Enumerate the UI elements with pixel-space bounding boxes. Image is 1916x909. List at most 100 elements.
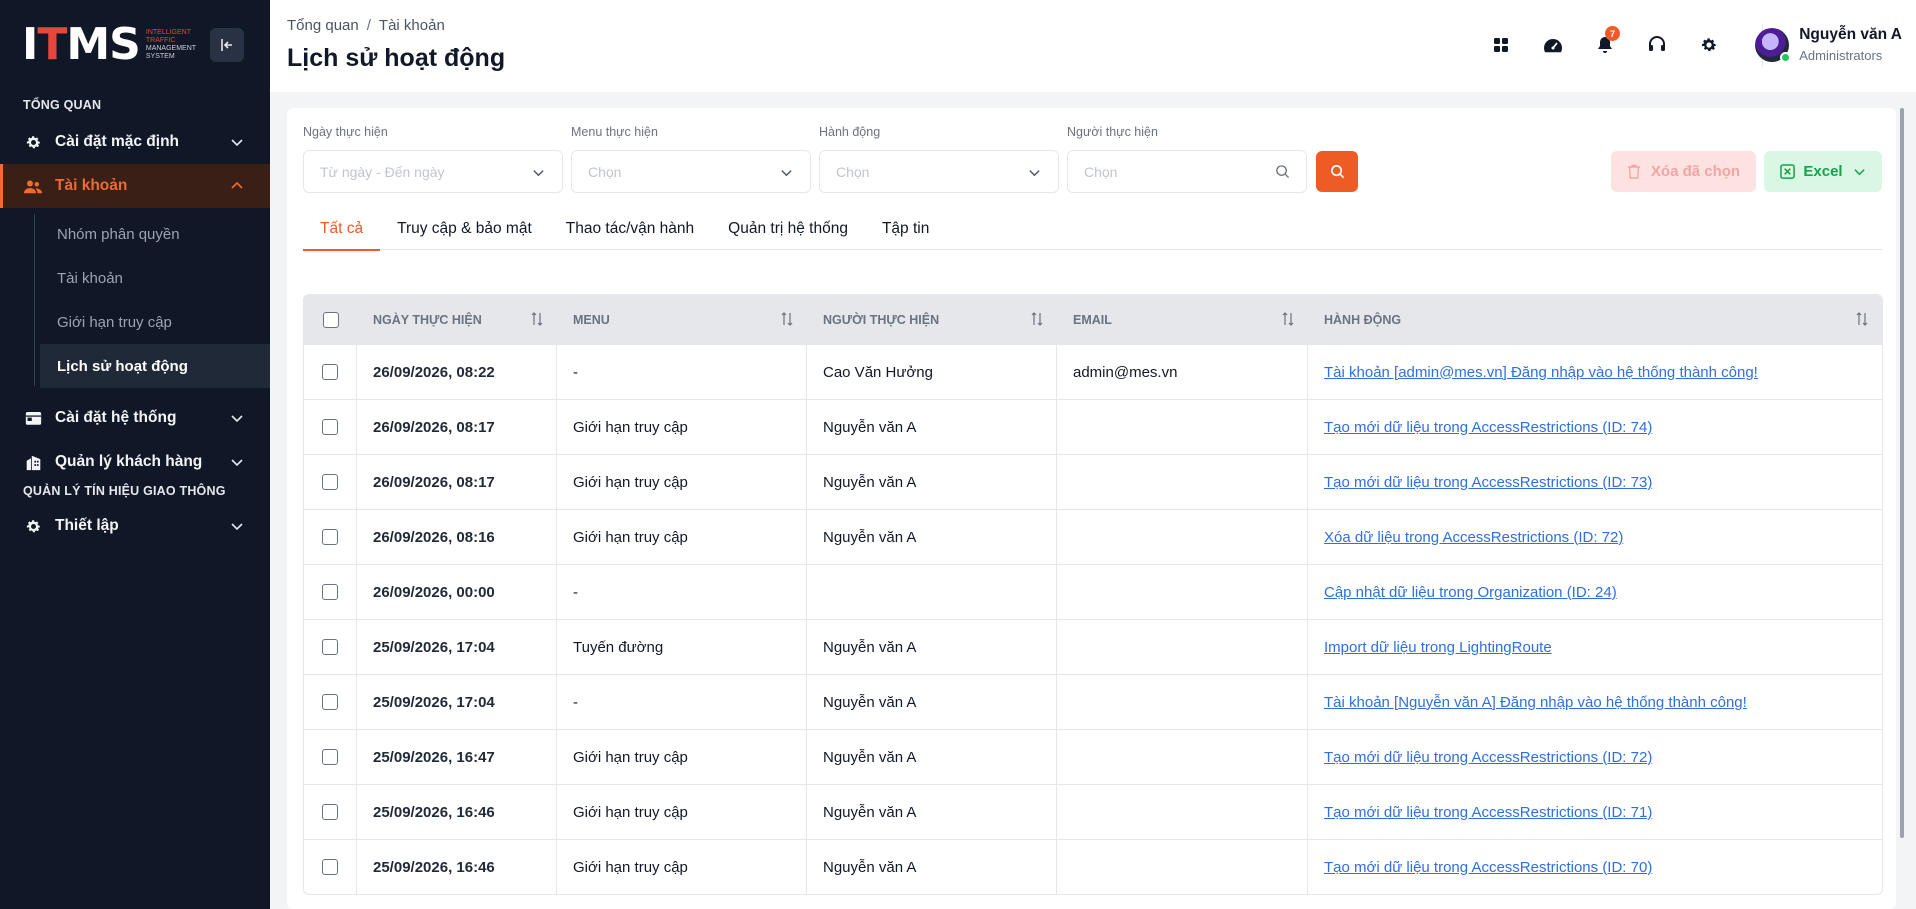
row-date: 26/09/2026, 08:16	[357, 510, 557, 564]
breadcrumb: Tổng quan / Tài khoản	[287, 17, 445, 34]
collapse-sidebar-button[interactable]	[210, 28, 244, 62]
user-search-input[interactable]: Chọn	[1067, 150, 1307, 193]
row-user: Nguyễn văn A	[807, 785, 1057, 839]
tab-system-admin[interactable]: Quản trị hệ thống	[711, 208, 865, 250]
search-icon	[1330, 165, 1344, 179]
row-checkbox[interactable]	[322, 584, 338, 600]
settings-button[interactable]	[1692, 28, 1726, 62]
row-select-cell	[304, 400, 357, 454]
row-checkbox[interactable]	[322, 804, 338, 820]
column-menu[interactable]: Menu	[557, 295, 807, 344]
row-checkbox[interactable]	[322, 749, 338, 765]
sidebar: ITMS INTELLIGENT TRAFFIC MANAGEMENT SYST…	[0, 0, 270, 909]
table-row[interactable]: 26/09/2026, 00:00 - Cập nhật dữ liệu tro…	[304, 564, 1882, 619]
row-email: admin@mes.vn	[1057, 345, 1308, 399]
table-row[interactable]: 26/09/2026, 08:16 Giới hạn truy cập Nguy…	[304, 509, 1882, 564]
category-tabs: Tất cả Truy cập & bảo mật Thao tác/vận h…	[303, 208, 1882, 251]
date-range-picker[interactable]: Từ ngày - Đến ngày	[303, 150, 563, 193]
row-action-link[interactable]: Tạo mới dữ liệu trong AccessRestrictions…	[1324, 804, 1652, 821]
action-filter-label: Hành động	[819, 125, 881, 139]
sidebar-item-label: Cài đặt mặc định	[55, 133, 180, 150]
row-action-link[interactable]: Import dữ liệu trong LightingRoute	[1324, 639, 1552, 656]
column-action[interactable]: Hành động	[1308, 295, 1882, 344]
row-checkbox[interactable]	[322, 694, 338, 710]
row-action-link[interactable]: Xóa dữ liệu trong AccessRestrictions (ID…	[1324, 529, 1623, 546]
row-date: 26/09/2026, 08:17	[357, 455, 557, 509]
breadcrumb-overview[interactable]: Tổng quan	[287, 17, 359, 34]
row-checkbox[interactable]	[322, 364, 338, 380]
support-button[interactable]	[1640, 28, 1674, 62]
user-menu[interactable]: Nguyễn văn A Administrators	[1755, 26, 1902, 63]
row-action-link[interactable]: Tài khoản [admin@mes.vn] Đăng nhập vào h…	[1324, 364, 1758, 381]
chevron-down-icon	[1029, 170, 1040, 177]
row-action-link[interactable]: Tạo mới dữ liệu trong AccessRestrictions…	[1324, 474, 1652, 491]
table-row[interactable]: 25/09/2026, 16:46 Giới hạn truy cập Nguy…	[304, 839, 1882, 894]
row-checkbox[interactable]	[322, 474, 338, 490]
row-select-cell	[304, 455, 357, 509]
row-checkbox[interactable]	[322, 419, 338, 435]
row-email	[1057, 510, 1308, 564]
row-user: Nguyễn văn A	[807, 455, 1057, 509]
chevron-down-icon	[1853, 169, 1865, 176]
row-user: Nguyễn văn A	[807, 840, 1057, 894]
row-action-link[interactable]: Tài khoản [Nguyễn văn A] Đăng nhập vào h…	[1324, 694, 1747, 711]
menu-select[interactable]: Chọn	[571, 150, 811, 193]
delete-selected-label: Xóa đã chọn	[1650, 163, 1741, 180]
row-checkbox[interactable]	[322, 529, 338, 545]
action-select[interactable]: Chọn	[819, 150, 1059, 193]
submenu-line	[34, 214, 35, 386]
tab-operations[interactable]: Thao tác/vận hành	[549, 208, 711, 250]
delete-selected-button[interactable]: Xóa đã chọn	[1611, 151, 1756, 192]
row-select-cell	[304, 730, 357, 784]
row-date: 25/09/2026, 16:47	[357, 730, 557, 784]
activity-log-card: Ngày thực hiện Từ ngày - Đến ngày Menu t…	[287, 108, 1896, 909]
dashboard-button[interactable]	[1536, 28, 1570, 62]
date-range-placeholder: Từ ngày - Đến ngày	[320, 163, 445, 180]
sidebar-subitem-accounts[interactable]: Tài khoản	[57, 256, 270, 300]
menu-select-placeholder: Chọn	[588, 163, 622, 180]
top-header: Tổng quan / Tài khoản Lịch sử hoạt động 7 …	[270, 0, 1916, 92]
table-row[interactable]: 25/09/2026, 17:04 Tuyến đường Nguyễn văn…	[304, 619, 1882, 674]
table-row[interactable]: 26/09/2026, 08:22 - Cao Văn Hưởng admin@…	[304, 344, 1882, 399]
row-action-link[interactable]: Cập nhật dữ liệu trong Organization (ID:…	[1324, 584, 1617, 601]
column-user[interactable]: Người thực hiện	[807, 295, 1057, 344]
sort-icon	[1282, 312, 1294, 326]
table-row[interactable]: 25/09/2026, 17:04 - Nguyễn văn A Tài kho…	[304, 674, 1882, 729]
sort-icon	[1856, 312, 1868, 326]
table-row[interactable]: 25/09/2026, 16:46 Giới hạn truy cập Nguy…	[304, 784, 1882, 839]
sidebar-item-system-settings[interactable]: Cài đặt hệ thống	[0, 396, 270, 440]
avatar	[1755, 27, 1792, 63]
table-row[interactable]: 26/09/2026, 08:17 Giới hạn truy cập Nguy…	[304, 399, 1882, 454]
breadcrumb-accounts[interactable]: Tài khoản	[379, 17, 445, 34]
headset-icon	[1649, 36, 1665, 51]
sidebar-item-setup[interactable]: Thiết lập	[0, 504, 270, 548]
sidebar-item-accounts[interactable]: Tài khoản	[0, 164, 270, 208]
row-action-link[interactable]: Tạo mới dữ liệu trong AccessRestrictions…	[1324, 749, 1652, 766]
row-checkbox[interactable]	[322, 859, 338, 875]
sidebar-subitem-access-limits[interactable]: Giới hạn truy cập	[57, 300, 270, 344]
tab-access-security[interactable]: Truy cập & bảo mật	[380, 208, 549, 250]
apps-button[interactable]	[1484, 28, 1518, 62]
row-action-link[interactable]: Tạo mới dữ liệu trong AccessRestrictions…	[1324, 859, 1652, 876]
sidebar-item-default-settings[interactable]: Cài đặt mặc định	[0, 120, 270, 164]
sidebar-subitem-permission-groups[interactable]: Nhóm phân quyền	[57, 212, 270, 256]
search-button[interactable]	[1316, 151, 1358, 192]
column-date[interactable]: Ngày thực hiện	[357, 295, 557, 344]
row-checkbox[interactable]	[322, 639, 338, 655]
excel-export-button[interactable]: Excel	[1764, 151, 1882, 192]
page-scrollbar[interactable]	[1900, 108, 1904, 838]
gear-icon	[1701, 38, 1717, 52]
table-row[interactable]: 25/09/2026, 16:47 Giới hạn truy cập Nguy…	[304, 729, 1882, 784]
tab-files[interactable]: Tập tin	[865, 208, 946, 250]
activity-table: Ngày thực hiện Menu Người thực hiện Emai…	[303, 294, 1883, 895]
sidebar-item-label: Quản lý khách hàng	[55, 453, 203, 470]
tab-all[interactable]: Tất cả	[303, 208, 381, 251]
row-action-cell: Tạo mới dữ liệu trong AccessRestrictions…	[1308, 455, 1882, 509]
table-row[interactable]: 26/09/2026, 08:17 Giới hạn truy cập Nguy…	[304, 454, 1882, 509]
row-action-link[interactable]: Tạo mới dữ liệu trong AccessRestrictions…	[1324, 419, 1652, 436]
column-email[interactable]: Email	[1057, 295, 1308, 344]
sidebar-item-customers[interactable]: Quản lý khách hàng	[0, 440, 270, 484]
notifications-button[interactable]: 7	[1588, 26, 1622, 62]
select-all-checkbox[interactable]	[322, 311, 339, 328]
sidebar-subitem-activity-history[interactable]: Lịch sử hoạt động	[40, 344, 270, 388]
